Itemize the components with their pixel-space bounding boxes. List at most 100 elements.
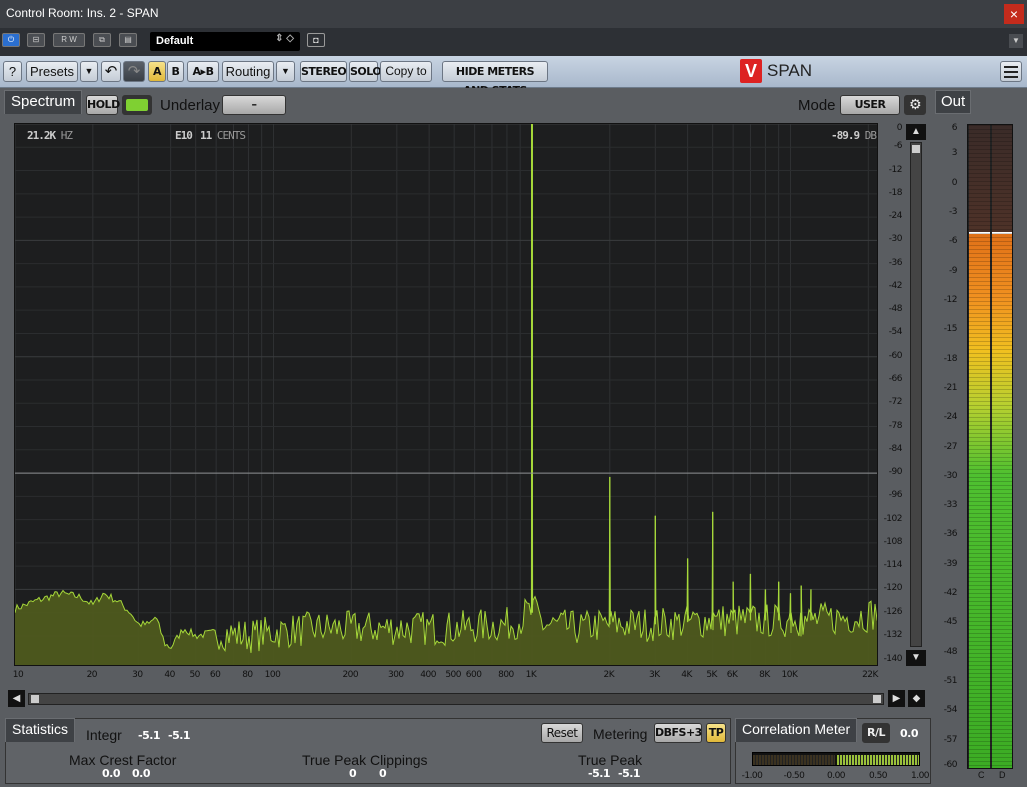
freq-readout-value: 21.2K bbox=[27, 129, 56, 142]
settings-icon[interactable]: ▤ bbox=[119, 33, 137, 47]
out-scale-label: -15 bbox=[943, 324, 958, 335]
vertical-scrollbar[interactable]: ▲ ▼ bbox=[906, 124, 926, 666]
spectrum-plot[interactable]: 21.2K HZ E10 11 CENTS -89.9 DB bbox=[14, 123, 878, 666]
db-tick-label: -102 bbox=[883, 513, 903, 524]
statistics-box: Statistics Integr -5.1 -5.1 Reset Meteri… bbox=[5, 718, 731, 784]
out-tab[interactable]: Out bbox=[935, 90, 971, 114]
rl-button[interactable]: R/L bbox=[862, 723, 890, 743]
correlation-tick-label: 0.00 bbox=[826, 771, 846, 781]
horizontal-scrollbar[interactable]: ◀ ▶ ◆ bbox=[8, 690, 928, 708]
color-swatch-button[interactable] bbox=[122, 95, 152, 115]
correlation-tick-label: -1.00 bbox=[741, 771, 763, 781]
out-scale-label: 0 bbox=[951, 177, 958, 188]
routing-dropdown[interactable]: ▼ bbox=[276, 61, 295, 82]
out-scale-label: -36 bbox=[943, 529, 958, 540]
vertical-scroll-track[interactable] bbox=[910, 142, 922, 647]
db-tick-label: -96 bbox=[888, 490, 903, 501]
true-peak-toggle[interactable]: TP bbox=[706, 723, 726, 743]
gear-icon[interactable]: ⚙ bbox=[904, 95, 926, 115]
out-scale-label: -51 bbox=[943, 676, 958, 687]
out-scale-label: -12 bbox=[943, 294, 958, 305]
presets-button[interactable]: Presets bbox=[26, 61, 78, 82]
mode-label: Mode bbox=[798, 97, 836, 114]
bypass-icon[interactable]: ⊟ bbox=[27, 33, 45, 47]
copy-to-button[interactable]: Copy to bbox=[380, 61, 432, 82]
underlay-select[interactable]: – bbox=[222, 95, 286, 115]
integr-right-value: -5.1 bbox=[168, 729, 191, 742]
crest-right-value: 0.0 bbox=[132, 767, 151, 780]
redo-button[interactable]: ↷ bbox=[123, 61, 145, 82]
db-tick-label: -108 bbox=[883, 536, 903, 547]
freq-tick-label: 3K bbox=[648, 670, 660, 680]
cents-readout-value: 11 bbox=[200, 129, 212, 142]
window-titlebar: Control Room: Ins. 2 - SPAN × bbox=[0, 0, 1027, 28]
cents-readout-unit: CENTS bbox=[216, 129, 246, 142]
horizontal-scroll-thumb-right[interactable] bbox=[873, 695, 881, 703]
freq-tick-label: 60 bbox=[209, 670, 221, 680]
crest-left-value: 0.0 bbox=[102, 767, 121, 780]
scroll-up-icon[interactable]: ▲ bbox=[906, 124, 926, 140]
read-write-button[interactable]: R W bbox=[53, 33, 85, 47]
copy-a-to-b-button[interactable]: A▸B bbox=[187, 61, 219, 82]
out-scale-label: -30 bbox=[943, 470, 958, 481]
routing-button[interactable]: Routing bbox=[222, 61, 274, 82]
preset-select[interactable]: Default ⇕ ◇ bbox=[150, 32, 300, 51]
freq-tick-label: 20 bbox=[86, 670, 98, 680]
reset-button[interactable]: Reset bbox=[541, 723, 583, 743]
db-tick-label: -24 bbox=[888, 211, 903, 222]
out-scale-label: 3 bbox=[951, 148, 958, 159]
frequency-axis: 10 20 30 40 50 60 80 100 200 300 400 500 600 800 1K 2K 3… bbox=[13, 670, 879, 684]
output-level-meter bbox=[967, 124, 1013, 769]
db-axis: 0 -6 -12 -18 -24 -30 -36 -42 -48 -54 -60 -66 -72 -78 -… bbox=[878, 123, 904, 666]
freq-tick-label: 30 bbox=[132, 670, 143, 680]
horizontal-scroll-thumb-left[interactable] bbox=[31, 695, 39, 703]
preset-b-button[interactable]: B bbox=[167, 61, 184, 82]
menu-icon[interactable] bbox=[1000, 61, 1022, 82]
vertical-scroll-thumb[interactable] bbox=[912, 145, 920, 153]
freq-tick-label: 10K bbox=[781, 670, 798, 680]
statistics-tab[interactable]: Statistics bbox=[5, 718, 76, 742]
out-scale-label: -9 bbox=[949, 265, 957, 276]
clippings-label: True Peak Clippings bbox=[302, 752, 428, 768]
help-button[interactable]: ? bbox=[3, 61, 22, 82]
spectrum-tab[interactable]: Spectrum bbox=[4, 90, 83, 114]
diamond-icon[interactable]: ◆ bbox=[908, 690, 925, 707]
preset-a-button[interactable]: A bbox=[148, 61, 166, 82]
correlation-meter-panel: Correlation Meter R/L 0.0 -1.00 -0.50 0.00… bbox=[733, 714, 933, 787]
presets-dropdown[interactable]: ▼ bbox=[80, 61, 98, 82]
db-tick-label: -126 bbox=[883, 606, 903, 617]
correlation-tab[interactable]: Correlation Meter bbox=[735, 718, 858, 742]
undo-button[interactable]: ↶ bbox=[101, 61, 121, 82]
hold-button[interactable]: HOLD bbox=[86, 95, 120, 115]
scroll-right-icon[interactable]: ▶ bbox=[888, 690, 905, 707]
metering-select[interactable]: DBFS+3 bbox=[654, 723, 702, 743]
correlation-tick-label: 0.50 bbox=[868, 771, 888, 781]
freq-tick-label: 40 bbox=[164, 670, 175, 680]
compare-icon[interactable]: ⧉ bbox=[93, 33, 111, 47]
out-scale-label: -54 bbox=[943, 705, 958, 716]
db-tick-label: -12 bbox=[888, 164, 903, 175]
freq-readout: 21.2K HZ bbox=[27, 129, 73, 142]
camera-icon[interactable]: ◘ bbox=[307, 33, 325, 47]
close-icon[interactable]: × bbox=[1004, 4, 1024, 24]
freq-tick-label: 8K bbox=[759, 670, 770, 680]
db-readout-unit: DB bbox=[864, 129, 877, 142]
spectrum-graph bbox=[15, 124, 877, 665]
mode-select[interactable]: USER bbox=[840, 95, 900, 115]
freq-tick-label: 500 bbox=[445, 670, 462, 680]
scroll-left-icon[interactable]: ◀ bbox=[8, 690, 25, 707]
out-scale-label: -6 bbox=[949, 236, 957, 247]
freq-tick-label: 80 bbox=[242, 670, 253, 680]
db-tick-label: -66 bbox=[888, 373, 903, 384]
freq-tick-label: 400 bbox=[420, 670, 436, 680]
chevron-down-icon[interactable]: ▼ bbox=[1009, 34, 1023, 48]
power-icon[interactable]: ⏻ bbox=[2, 33, 20, 47]
db-tick-label: -72 bbox=[888, 397, 903, 408]
freq-tick-label: 22K bbox=[862, 670, 878, 680]
stereo-button[interactable]: STEREO bbox=[300, 61, 347, 82]
hide-meters-button[interactable]: HIDE METERS AND STATS bbox=[442, 61, 548, 97]
scroll-down-icon[interactable]: ▼ bbox=[906, 650, 926, 666]
horizontal-scroll-track[interactable] bbox=[28, 693, 884, 705]
db-tick-label: -30 bbox=[888, 234, 903, 245]
solo-button[interactable]: SOLO bbox=[349, 61, 382, 82]
